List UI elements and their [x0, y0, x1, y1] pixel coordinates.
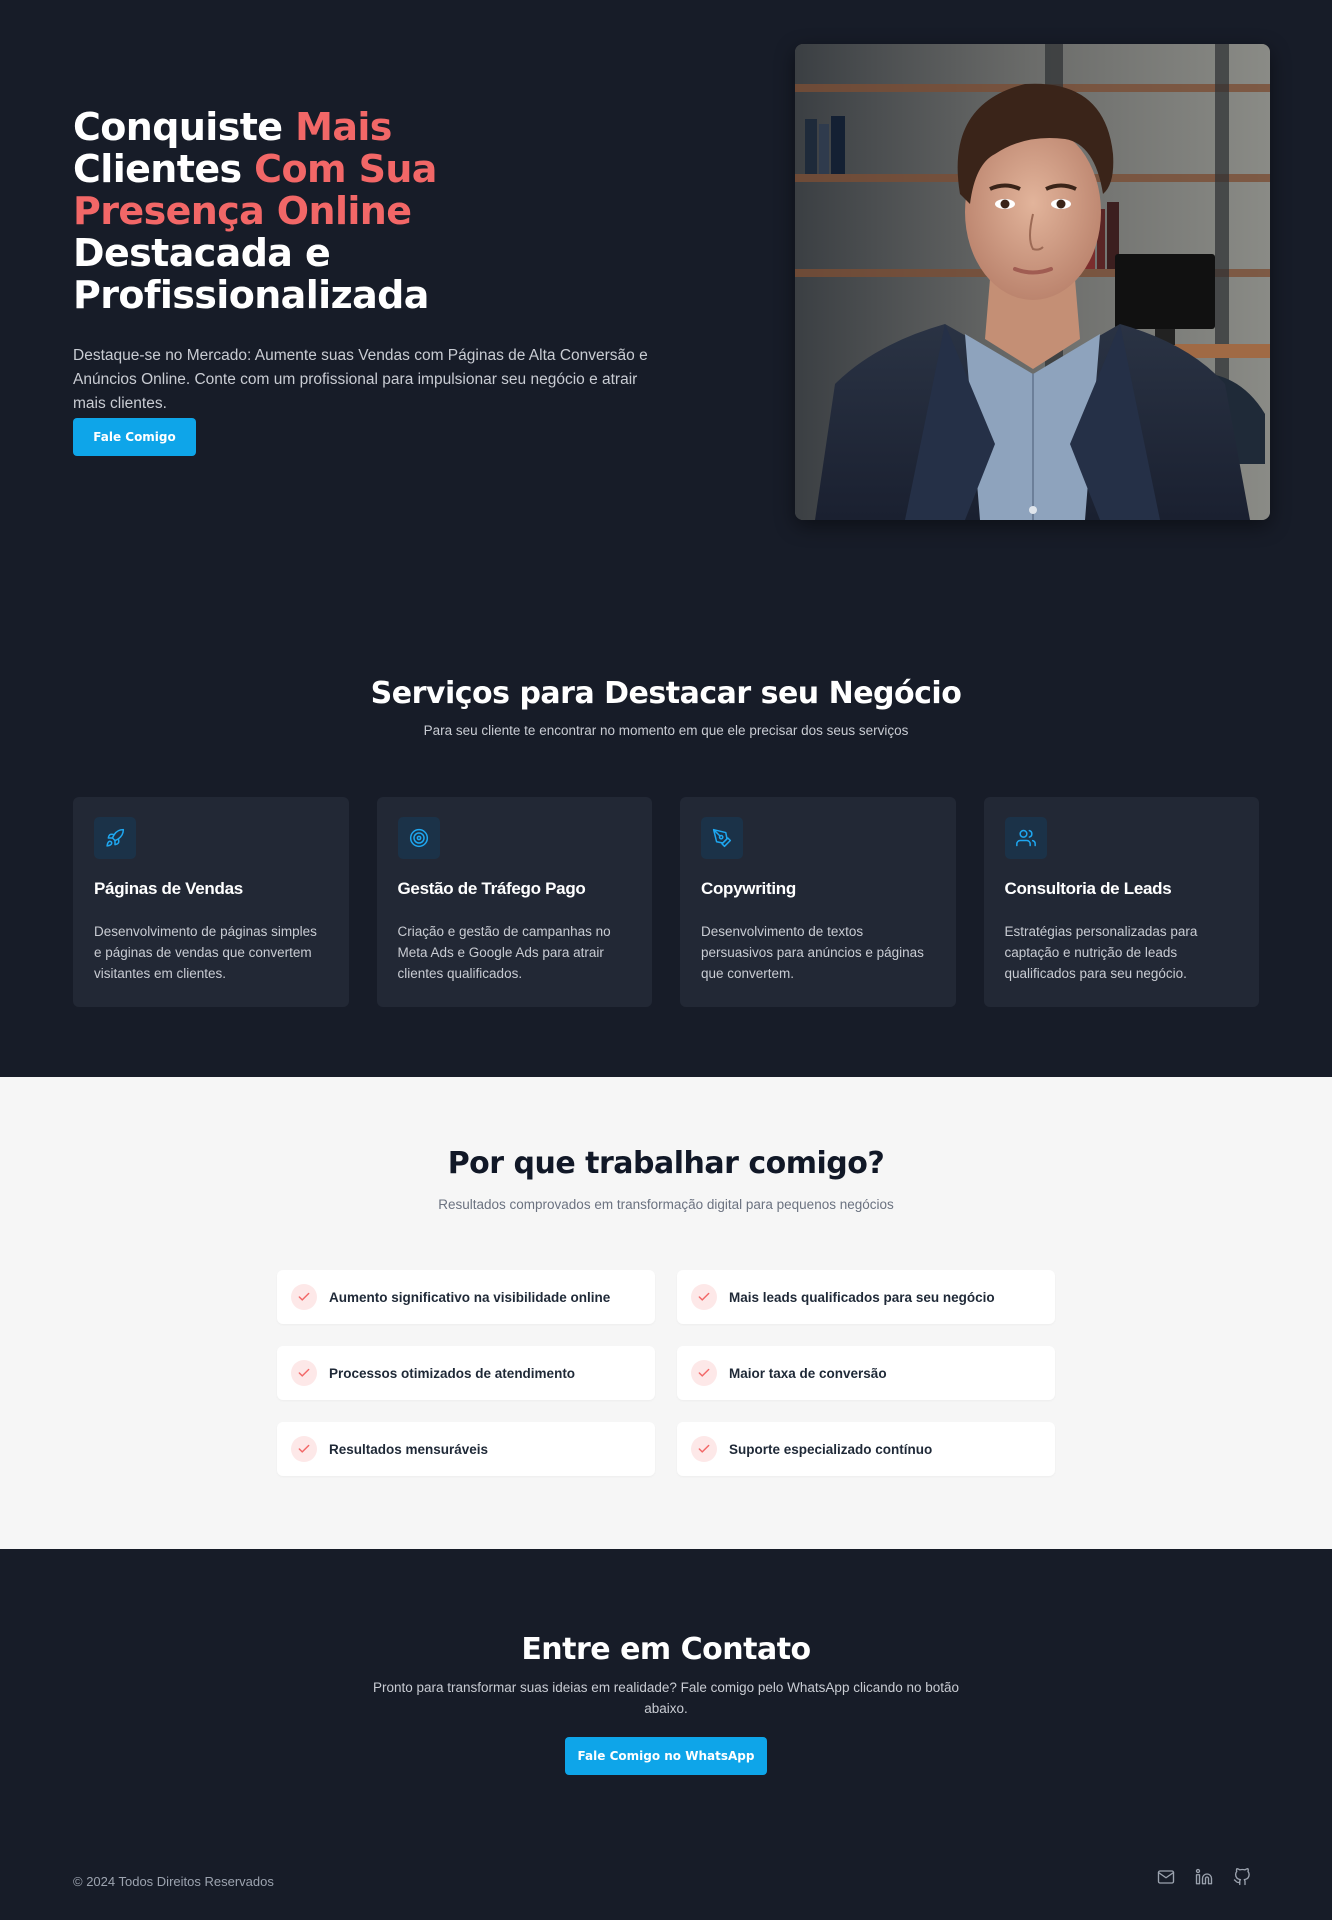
check-icon [691, 1436, 717, 1462]
service-card: Consultoria de Leads Estratégias persona… [983, 797, 1259, 1007]
hero-title-accent: Mais [295, 105, 392, 149]
target-icon [397, 817, 440, 859]
profile-photo [795, 44, 1270, 520]
why-section: Por que trabalhar comigo? Resultados com… [0, 1077, 1332, 1549]
linkedin-icon[interactable] [1194, 1867, 1214, 1887]
benefit-label: Resultados mensuráveis [329, 1441, 489, 1457]
hero-title: Conquiste Mais Clientes Com Sua Presença… [73, 106, 673, 316]
users-icon [1004, 817, 1047, 859]
service-description: Estratégias personalizadas para captação… [1004, 924, 1198, 981]
service-description: Desenvolvimento de páginas simples e pág… [94, 924, 317, 981]
check-icon [691, 1360, 717, 1386]
benefit-item: Mais leads qualificados para seu negócio [677, 1270, 1055, 1324]
rocket-icon [94, 817, 136, 859]
benefit-label: Processos otimizados de atendimento [329, 1365, 576, 1381]
whatsapp-button[interactable]: Fale Comigo no WhatsApp [565, 1737, 767, 1775]
fale-comigo-button[interactable]: Fale Comigo [73, 418, 196, 456]
github-icon[interactable] [1232, 1867, 1252, 1887]
service-card: Copywriting Desenvolvimento de textos pe… [680, 797, 956, 1007]
mail-icon[interactable] [1156, 1867, 1176, 1887]
services-section: Serviços para Destacar seu Negócio Para … [0, 590, 1332, 1077]
service-description: Desenvolvimento de textos persuasivos pa… [701, 924, 924, 981]
check-icon [291, 1436, 317, 1462]
hero-title-part1: Conquiste [73, 105, 296, 149]
check-icon [291, 1360, 317, 1386]
service-title: Consultoria de Leads [1004, 879, 1172, 898]
benefits-grid: Aumento significativo na visibilidade on… [277, 1270, 1055, 1476]
benefit-label: Mais leads qualificados para seu negócio [729, 1289, 995, 1305]
check-icon [691, 1284, 717, 1310]
contact-description: Pronto para transformar suas ideias em r… [372, 1680, 960, 1716]
hero-title-part3: Clientes [73, 147, 255, 191]
contact-section: Entre em Contato Pronto para transformar… [0, 1549, 1332, 1920]
services-title: Serviços para Destacar seu Negócio [370, 676, 962, 711]
benefit-label: Aumento significativo na visibilidade on… [329, 1289, 611, 1305]
why-title: Por que trabalhar comigo? [447, 1146, 885, 1181]
portrait-illustration [795, 44, 1270, 520]
service-title: Páginas de Vendas [94, 879, 243, 898]
service-description: Criação e gestão de campanhas no Meta Ad… [397, 924, 611, 981]
benefit-item: Maior taxa de conversão [677, 1346, 1055, 1400]
service-title: Copywriting [701, 879, 796, 898]
benefit-item: Resultados mensuráveis [277, 1422, 655, 1476]
check-icon [291, 1284, 317, 1310]
why-subtitle: Resultados comprovados em transformação … [438, 1197, 894, 1212]
service-title: Gestão de Tráfego Pago [397, 879, 586, 898]
service-card: Páginas de Vendas Desenvolvimento de pág… [73, 797, 349, 1007]
benefit-label: Maior taxa de conversão [729, 1365, 887, 1381]
benefit-item: Suporte especializado contínuo [677, 1422, 1055, 1476]
benefit-item: Aumento significativo na visibilidade on… [277, 1270, 655, 1324]
contact-title: Entre em Contato [521, 1632, 811, 1667]
social-links [1156, 1867, 1252, 1887]
services-cards: Páginas de Vendas Desenvolvimento de pág… [73, 797, 1259, 1007]
benefit-label: Suporte especializado contínuo [729, 1441, 933, 1457]
hero-title-part6: Destacada e Profissionalizada [73, 231, 429, 317]
services-subtitle: Para seu cliente te encontrar no momento… [423, 723, 909, 738]
pen-tool-icon [701, 817, 743, 859]
copyright-text: © 2024 Todos Direitos Reservados [73, 1874, 274, 1889]
hero-text: Conquiste Mais Clientes Com Sua Presença… [73, 106, 673, 416]
hero-section: Conquiste Mais Clientes Com Sua Presença… [0, 0, 1332, 590]
hero-title-accent: Com Sua [254, 147, 437, 191]
hero-description: Destaque-se no Mercado: Aumente suas Ven… [73, 347, 648, 412]
benefit-item: Processos otimizados de atendimento [277, 1346, 655, 1400]
hero-title-accent: Presença Online [73, 189, 412, 233]
service-card: Gestão de Tráfego Pago Criação e gestão … [376, 797, 652, 1007]
